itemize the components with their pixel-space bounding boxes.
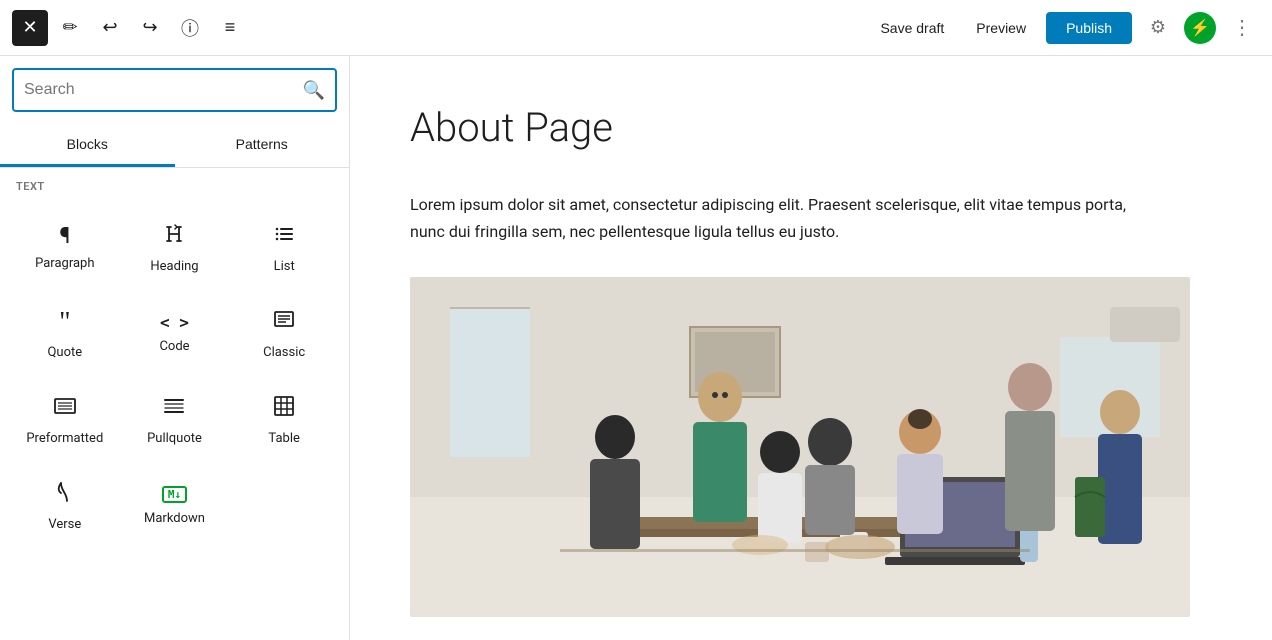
pullquote-label: Pullquote [147, 431, 202, 446]
markdown-icon: M↓ [162, 486, 187, 503]
avatar[interactable]: ⚡ [1184, 12, 1216, 44]
block-grid: ¶ Paragraph Heading [12, 205, 337, 545]
more-options-button[interactable]: ⋮ [1224, 10, 1260, 46]
content-area: About Page Lorem ipsum dolor sit amet, c… [350, 56, 1272, 640]
verse-icon [53, 480, 77, 509]
verse-label: Verse [48, 517, 81, 532]
topbar-left: ✕ ✏ ↩ ↪ ⓘ ≡ [12, 10, 248, 46]
topbar: ✕ ✏ ↩ ↪ ⓘ ≡ Save draft Preview Publish ⚙… [0, 0, 1272, 56]
code-icon: < > [160, 315, 189, 331]
undo-button[interactable]: ↩ [92, 10, 128, 46]
pullquote-icon [162, 394, 186, 423]
search-area: 🔍 [0, 56, 349, 124]
search-input[interactable] [24, 81, 303, 99]
info-icon: ⓘ [181, 15, 199, 41]
redo-icon: ↪ [142, 17, 157, 38]
sidebar: 🔍 Blocks Patterns TEXT ¶ Paragraph [0, 56, 350, 640]
quote-icon: " [59, 309, 70, 337]
block-preformatted[interactable]: Preformatted [12, 377, 118, 459]
block-paragraph[interactable]: ¶ Paragraph [12, 205, 118, 287]
block-list: TEXT ¶ Paragraph Heading [0, 168, 349, 640]
heading-icon [162, 222, 186, 251]
avatar-icon: ⚡ [1190, 18, 1210, 37]
list-block-icon [272, 222, 296, 251]
block-pullquote[interactable]: Pullquote [122, 377, 228, 459]
block-quote[interactable]: " Quote [12, 291, 118, 373]
redo-button[interactable]: ↪ [132, 10, 168, 46]
gear-icon: ⚙ [1150, 17, 1166, 38]
page-title[interactable]: About Page [410, 104, 1212, 151]
main-layout: 🔍 Blocks Patterns TEXT ¶ Paragraph [0, 56, 1272, 640]
save-draft-button[interactable]: Save draft [868, 14, 956, 42]
pencil-button[interactable]: ✏ [52, 10, 88, 46]
pencil-icon: ✏ [62, 17, 77, 38]
preformatted-icon [53, 394, 77, 423]
tabs: Blocks Patterns [0, 124, 349, 168]
info-button[interactable]: ⓘ [172, 10, 208, 46]
block-table[interactable]: Table [231, 377, 337, 459]
markdown-label: Markdown [144, 511, 205, 526]
section-label-text: TEXT [12, 180, 337, 193]
quote-label: Quote [47, 345, 82, 360]
tab-blocks[interactable]: Blocks [0, 124, 175, 167]
block-heading[interactable]: Heading [122, 205, 228, 287]
table-icon [272, 394, 296, 423]
tab-patterns[interactable]: Patterns [175, 124, 350, 167]
close-button[interactable]: ✕ [12, 10, 48, 46]
block-markdown[interactable]: M↓ Markdown [122, 463, 228, 545]
undo-icon: ↩ [102, 17, 117, 38]
settings-button[interactable]: ⚙ [1140, 10, 1176, 46]
search-wrapper: 🔍 [12, 68, 337, 112]
block-classic[interactable]: Classic [231, 291, 337, 373]
block-list[interactable]: List [231, 205, 337, 287]
publish-button[interactable]: Publish [1046, 12, 1132, 44]
paragraph-label: Paragraph [35, 256, 94, 271]
classic-label: Classic [263, 345, 305, 360]
heading-label: Heading [150, 259, 198, 274]
more-icon: ⋮ [1232, 15, 1252, 40]
paragraph-icon: ¶ [59, 226, 70, 248]
block-verse[interactable]: Verse [12, 463, 118, 545]
list-view-button[interactable]: ≡ [212, 10, 248, 46]
topbar-right: Save draft Preview Publish ⚙ ⚡ ⋮ [868, 10, 1260, 46]
page-body-text[interactable]: Lorem ipsum dolor sit amet, consectetur … [410, 191, 1130, 245]
list-block-label: List [274, 259, 295, 274]
list-icon: ≡ [225, 17, 236, 38]
preview-button[interactable]: Preview [964, 14, 1038, 42]
page-image [410, 277, 1190, 617]
close-icon: ✕ [22, 17, 37, 38]
preformatted-label: Preformatted [26, 431, 103, 446]
table-label: Table [268, 431, 299, 446]
search-icon: 🔍 [303, 80, 325, 101]
code-label: Code [159, 339, 189, 354]
block-code[interactable]: < > Code [122, 291, 228, 373]
classic-icon [272, 308, 296, 337]
